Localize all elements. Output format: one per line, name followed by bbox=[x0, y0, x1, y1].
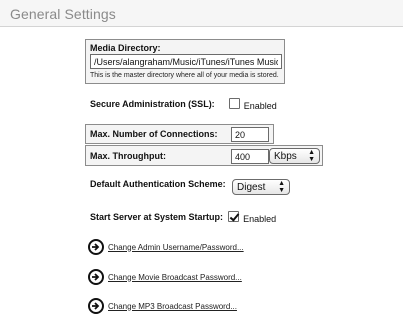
arrow-right-icon[interactable] bbox=[88, 239, 104, 255]
change-movie-password-link[interactable]: Change Movie Broadcast Password... bbox=[108, 273, 242, 282]
page-title: General Settings bbox=[10, 6, 116, 22]
change-mp3-password-link[interactable]: Change MP3 Broadcast Password... bbox=[108, 302, 237, 311]
change-mp3-password-link-row[interactable]: Change MP3 Broadcast Password... bbox=[88, 298, 237, 314]
max-throughput-input[interactable] bbox=[231, 149, 269, 164]
media-directory-label: Media Directory: bbox=[90, 43, 161, 53]
ssl-row: Secure Administration (SSL): Enabled bbox=[90, 96, 277, 111]
auth-row: Default Authentication Scheme: bbox=[90, 179, 226, 189]
arrow-right-icon[interactable] bbox=[88, 269, 104, 285]
max-connections-input[interactable] bbox=[231, 127, 269, 142]
ssl-label: Secure Administration (SSL): bbox=[90, 98, 215, 109]
max-connections-group: Max. Number of Connections: bbox=[85, 124, 274, 144]
auth-scheme-label: Default Authentication Scheme: bbox=[90, 179, 226, 189]
media-directory-group: Media Directory: This is the master dire… bbox=[85, 39, 285, 84]
title-divider bbox=[0, 26, 403, 27]
startup-row: Start Server at System Startup: Enabled bbox=[90, 209, 276, 224]
auth-scheme-value: Digest bbox=[237, 181, 266, 193]
change-admin-password-link-row[interactable]: Change Admin Username/Password... bbox=[88, 239, 244, 255]
max-connections-label: Max. Number of Connections: bbox=[90, 129, 218, 139]
select-arrows-icon: ▲ ▼ bbox=[278, 180, 285, 194]
change-admin-password-link[interactable]: Change Admin Username/Password... bbox=[108, 243, 244, 252]
change-movie-password-link-row[interactable]: Change Movie Broadcast Password... bbox=[88, 269, 242, 285]
startup-label: Start Server at System Startup: bbox=[90, 211, 224, 222]
startup-checkbox[interactable] bbox=[228, 211, 240, 222]
arrow-right-icon[interactable] bbox=[88, 298, 104, 314]
throughput-unit-select[interactable]: Kbps ▲ ▼ bbox=[269, 148, 320, 164]
ssl-enabled-label: Enabled bbox=[243, 101, 277, 111]
auth-scheme-select[interactable]: Digest ▲ ▼ bbox=[232, 179, 290, 195]
startup-enabled-label: Enabled bbox=[243, 214, 277, 224]
max-throughput-label: Max. Throughput: bbox=[90, 151, 166, 161]
select-arrows-icon: ▲ ▼ bbox=[308, 149, 315, 163]
ssl-checkbox[interactable] bbox=[228, 98, 240, 109]
max-throughput-group: Max. Throughput: Kbps ▲▼ bbox=[85, 145, 323, 166]
media-directory-input[interactable] bbox=[90, 54, 282, 69]
media-directory-description: This is the master directory where all o… bbox=[90, 72, 279, 79]
throughput-unit-value: Kbps bbox=[274, 150, 297, 162]
